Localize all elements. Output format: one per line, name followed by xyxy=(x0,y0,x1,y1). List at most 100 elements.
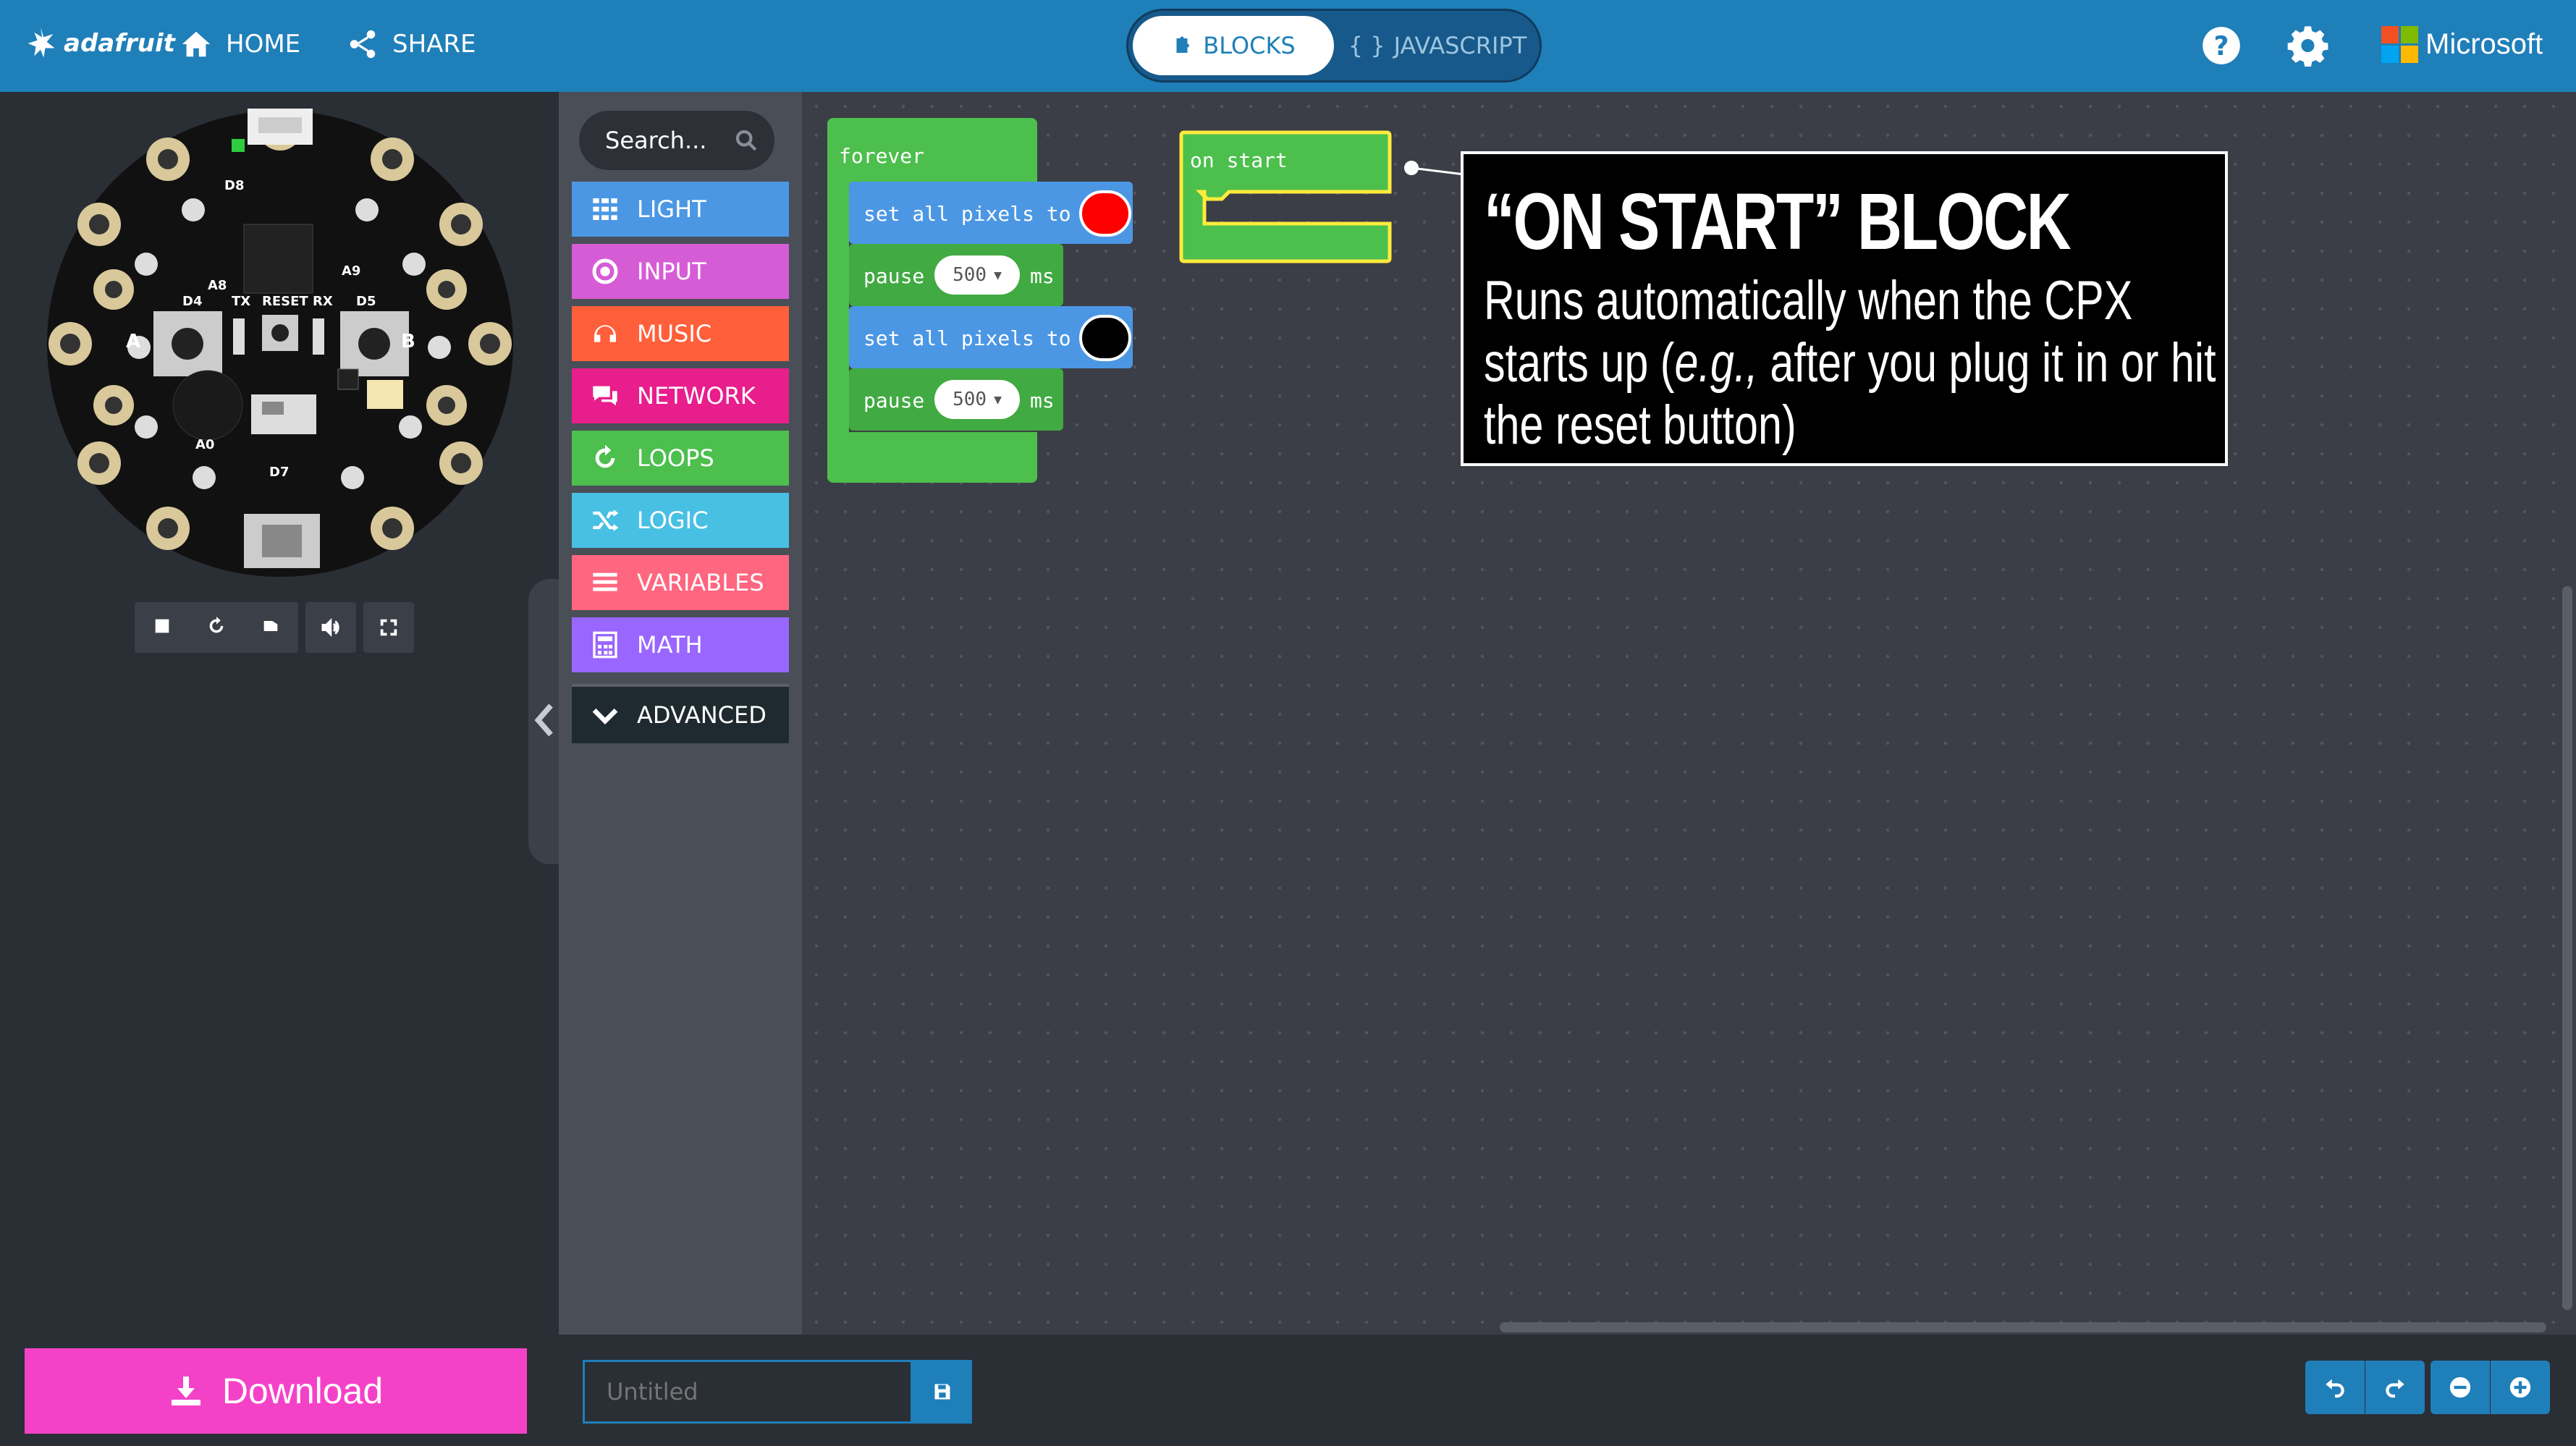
toolbox: Search... LIGHT INPUT MUSIC NETWORK LOOP… xyxy=(559,92,802,1335)
lines-icon xyxy=(593,572,617,591)
category-input[interactable]: INPUT xyxy=(572,244,789,299)
tab-javascript-label: JAVASCRIPT xyxy=(1393,32,1527,59)
top-bar: adafruit HOME SHARE BLOCKS { } JAVASCRIP… xyxy=(0,0,2576,92)
svg-text:D4: D4 xyxy=(182,294,202,309)
set-all-pixels-block-2[interactable]: set all pixels to xyxy=(849,306,1133,368)
callout-connector xyxy=(1404,161,1465,176)
pause-label-2: pause xyxy=(863,389,925,413)
pause-value-dropdown-2[interactable]: 500 ▼ xyxy=(934,380,1020,419)
svg-text:D8: D8 xyxy=(224,178,244,193)
redo-button[interactable] xyxy=(2365,1361,2425,1414)
target-icon xyxy=(592,258,618,284)
ms-label-2: ms xyxy=(1030,389,1055,413)
callout-body: Runs automatically when the CPX starts u… xyxy=(1484,270,2218,457)
category-variables-label: VARIABLES xyxy=(637,569,764,596)
callout-body-emphasis: e.g., xyxy=(1674,332,1758,394)
mute-button[interactable] xyxy=(305,602,356,653)
category-music[interactable]: MUSIC xyxy=(572,306,789,361)
pause-value-dropdown-1[interactable]: 500 ▼ xyxy=(934,255,1020,295)
braces-icon: { } xyxy=(1348,32,1385,59)
category-logic[interactable]: LOGIC xyxy=(572,493,789,548)
callout-title: “ON START” BLOCK xyxy=(1484,177,2072,266)
pause-block-2[interactable]: pause 500 ▼ ms xyxy=(849,368,1063,431)
zoom-out-button[interactable] xyxy=(2431,1361,2490,1414)
workspace-vertical-scrollbar[interactable] xyxy=(2562,586,2572,1310)
svg-text:TX: TX xyxy=(232,294,250,309)
category-input-label: INPUT xyxy=(637,258,706,285)
on-start-label: on start xyxy=(1190,148,1288,172)
tab-javascript[interactable]: { } JAVASCRIPT xyxy=(1340,16,1535,75)
category-light[interactable]: LIGHT xyxy=(572,182,789,237)
settings-button[interactable] xyxy=(2287,23,2332,68)
category-variables[interactable]: VARIABLES xyxy=(572,555,789,610)
help-button[interactable]: ? xyxy=(2199,23,2244,68)
fullscreen-button[interactable] xyxy=(363,602,414,653)
grid-icon xyxy=(593,198,617,220)
set-all-pixels-block-1[interactable]: set all pixels to xyxy=(849,182,1133,244)
set-pixels-label-2: set all pixels to xyxy=(863,326,1071,350)
editor-toggle: BLOCKS { } JAVASCRIPT xyxy=(1126,9,1542,83)
save-button[interactable] xyxy=(913,1360,972,1424)
pause-value-2: 500 xyxy=(953,389,987,410)
svg-text:RX: RX xyxy=(313,294,333,309)
set-pixels-label-1: set all pixels to xyxy=(863,202,1071,226)
adafruit-logo[interactable]: adafruit xyxy=(22,25,175,62)
microsoft-label: Microsoft xyxy=(2425,28,2543,60)
color-swatch-red[interactable] xyxy=(1079,190,1131,237)
home-icon xyxy=(182,31,211,57)
svg-text:A9: A9 xyxy=(342,263,360,279)
slow-motion-button[interactable] xyxy=(261,616,281,639)
undo-button[interactable] xyxy=(2305,1361,2365,1414)
zoom-in-button[interactable] xyxy=(2491,1361,2550,1414)
chat-icon xyxy=(593,386,617,406)
adafruit-logo-text: adafruit xyxy=(64,29,175,58)
tab-blocks[interactable]: BLOCKS xyxy=(1133,16,1334,75)
caret-down-icon: ▼ xyxy=(994,392,1002,407)
refresh-icon xyxy=(595,444,615,468)
on-start-block[interactable]: on start xyxy=(1178,130,1393,267)
simulator-collapse-handle[interactable] xyxy=(528,579,559,864)
help-icon: ? xyxy=(2203,27,2240,64)
project-name-input[interactable] xyxy=(583,1360,913,1424)
pause-value-1: 500 xyxy=(953,264,987,286)
restart-button[interactable] xyxy=(206,616,227,639)
on-start-callout: “ON START” BLOCK Runs automatically when… xyxy=(1461,151,2228,466)
toolbox-search-input[interactable]: Search... xyxy=(579,111,774,170)
stop-button[interactable] xyxy=(152,616,172,639)
circuit-playground-board[interactable]: D8 A9 A8 D4 TX RESET RX D5 A0 D7 A B xyxy=(45,107,515,579)
download-label: Download xyxy=(221,1371,384,1411)
microsoft-logo[interactable]: Microsoft xyxy=(2381,26,2543,63)
zoom-out-icon xyxy=(2449,1377,2471,1398)
home-button[interactable]: HOME xyxy=(180,28,300,61)
category-loops[interactable]: LOOPS xyxy=(572,431,789,486)
color-swatch-black[interactable] xyxy=(1079,315,1131,361)
zoom-in-icon xyxy=(2509,1377,2531,1398)
shuffle-icon xyxy=(593,510,619,531)
pause-label-1: pause xyxy=(863,264,925,288)
svg-text:D5: D5 xyxy=(356,294,376,309)
stop-icon xyxy=(155,619,169,633)
simulator-controls xyxy=(135,602,420,653)
svg-text:?: ? xyxy=(2214,30,2229,62)
workspace-horizontal-scrollbar[interactable] xyxy=(1500,1322,2546,1332)
share-label: SHARE xyxy=(392,30,476,59)
category-network-label: NETWORK xyxy=(637,382,756,410)
category-advanced[interactable]: ADVANCED xyxy=(572,684,789,743)
category-network[interactable]: NETWORK xyxy=(572,368,789,423)
forever-block[interactable]: forever xyxy=(827,118,1037,185)
search-icon xyxy=(735,130,757,151)
category-music-label: MUSIC xyxy=(637,320,712,347)
svg-text:D7: D7 xyxy=(269,465,289,480)
undo-icon xyxy=(2326,1379,2344,1398)
share-button[interactable]: SHARE xyxy=(346,28,476,61)
tab-blocks-label: BLOCKS xyxy=(1203,32,1296,59)
svg-text:A: A xyxy=(126,331,140,352)
svg-text:A8: A8 xyxy=(208,278,227,293)
simulator-main-controls xyxy=(135,602,298,653)
category-math-label: MATH xyxy=(637,631,703,659)
category-math[interactable]: MATH xyxy=(572,617,789,672)
svg-text:RESET: RESET xyxy=(262,294,308,309)
slow-motion-icon xyxy=(263,621,278,631)
pause-block-1[interactable]: pause 500 ▼ ms xyxy=(849,244,1063,306)
download-button[interactable]: Download xyxy=(25,1348,527,1434)
